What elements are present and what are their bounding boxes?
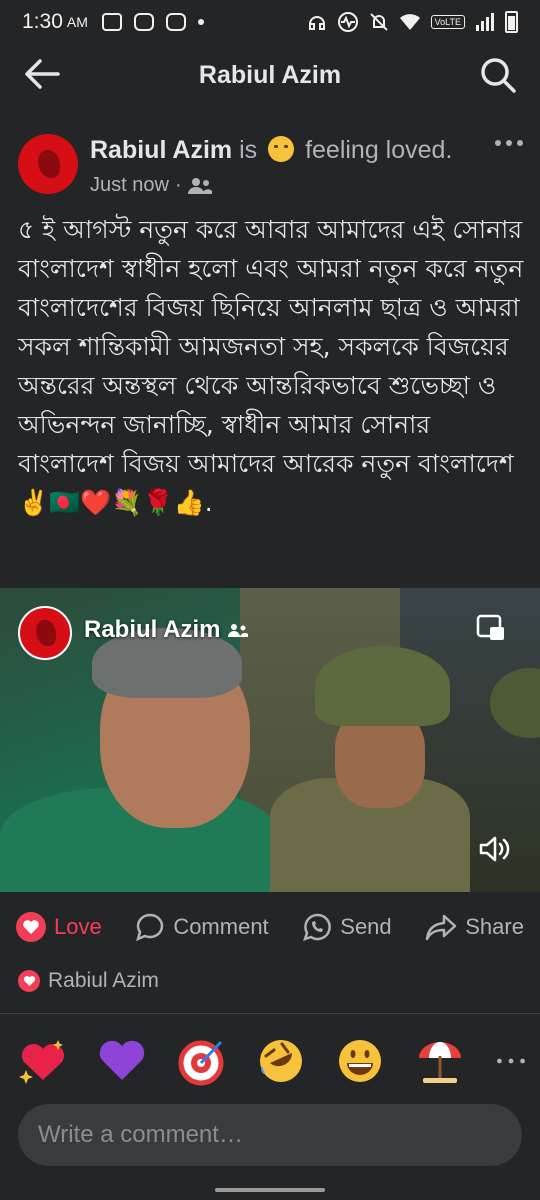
activity-icon xyxy=(337,12,358,32)
avatar[interactable] xyxy=(18,134,78,194)
sparkling-heart-icon[interactable] xyxy=(18,1036,68,1086)
friends-icon xyxy=(228,624,249,637)
feeling-text: feeling loved. xyxy=(305,136,453,164)
signal-icon xyxy=(476,13,494,31)
send-label: Send xyxy=(340,914,392,939)
post-header: Rabiul Azim is feeling loved. Just now · xyxy=(18,128,528,200)
wifi-icon xyxy=(399,14,420,30)
top-header: Rabiul Azim xyxy=(0,44,540,106)
volte-badge: VoLTE xyxy=(430,15,465,29)
post-actions: Love Comment Send Share xyxy=(0,900,540,954)
mute-volume-icon[interactable] xyxy=(478,834,510,864)
friends-privacy-icon[interactable] xyxy=(187,177,212,195)
direct-hit-icon[interactable] xyxy=(177,1036,227,1086)
quick-emoji-row xyxy=(18,1030,528,1092)
home-indicator[interactable] xyxy=(215,1188,325,1192)
grinning-face-icon[interactable] xyxy=(335,1036,385,1086)
back-arrow-icon[interactable] xyxy=(22,56,62,92)
purple-heart-icon[interactable] xyxy=(97,1036,147,1086)
comment-label: Comment xyxy=(173,914,269,939)
search-icon[interactable] xyxy=(478,56,518,94)
headphones-icon xyxy=(308,16,325,30)
love-button[interactable]: Love xyxy=(16,912,102,942)
share-label: Share xyxy=(465,914,524,939)
feeling-emoji-icon xyxy=(268,136,295,162)
status-time: 1:30 xyxy=(22,10,63,33)
video-player[interactable]: Rabiul Azim xyxy=(0,588,540,892)
video-author-name[interactable]: Rabiul Azim xyxy=(84,616,220,644)
divider xyxy=(0,1013,540,1014)
author-name[interactable]: Rabiul Azim xyxy=(90,136,232,164)
mute-icon xyxy=(369,13,388,31)
picture-in-picture-icon[interactable] xyxy=(476,614,506,642)
page-title: Rabiul Azim xyxy=(198,60,342,89)
battery-icon xyxy=(505,11,518,33)
love-label: Love xyxy=(54,914,102,939)
status-ampm: AM xyxy=(66,14,88,30)
post-meta: Just now · xyxy=(90,174,212,197)
video-avatar[interactable] xyxy=(18,606,72,660)
whatsapp-icon xyxy=(303,913,332,941)
reacted-by-name: Rabiul Azim xyxy=(48,969,159,992)
share-arrow-icon xyxy=(426,914,457,941)
notification-dot-icon xyxy=(197,19,204,25)
comment-bubble-icon xyxy=(136,913,164,942)
post-text: ৫ ই আগস্ট নতুন করে আবার আমাদের এই সোনার … xyxy=(18,215,524,517)
status-bar: 1:30 AM VoLTE xyxy=(0,0,540,44)
heart-icon xyxy=(16,912,46,942)
meta-dot: · xyxy=(174,174,182,196)
comment-input[interactable] xyxy=(38,1121,502,1149)
post-time[interactable]: Just now xyxy=(90,174,169,197)
comment-box[interactable] xyxy=(18,1104,522,1166)
send-button[interactable]: Send xyxy=(302,912,392,942)
beach-umbrella-icon[interactable] xyxy=(415,1036,465,1086)
is-text: is xyxy=(239,136,258,164)
instagram-icon xyxy=(133,13,154,31)
more-emoji-icon[interactable] xyxy=(494,1036,528,1086)
more-options-icon[interactable] xyxy=(494,136,524,150)
reaction-summary[interactable]: Rabiul Azim xyxy=(18,964,159,998)
gallery-icon xyxy=(101,13,122,31)
instagram-icon-2 xyxy=(165,13,186,31)
rolling-laughing-icon[interactable] xyxy=(256,1036,306,1086)
comment-button[interactable]: Comment xyxy=(135,912,269,942)
share-button[interactable]: Share xyxy=(425,913,524,941)
love-reaction-icon xyxy=(18,970,40,992)
